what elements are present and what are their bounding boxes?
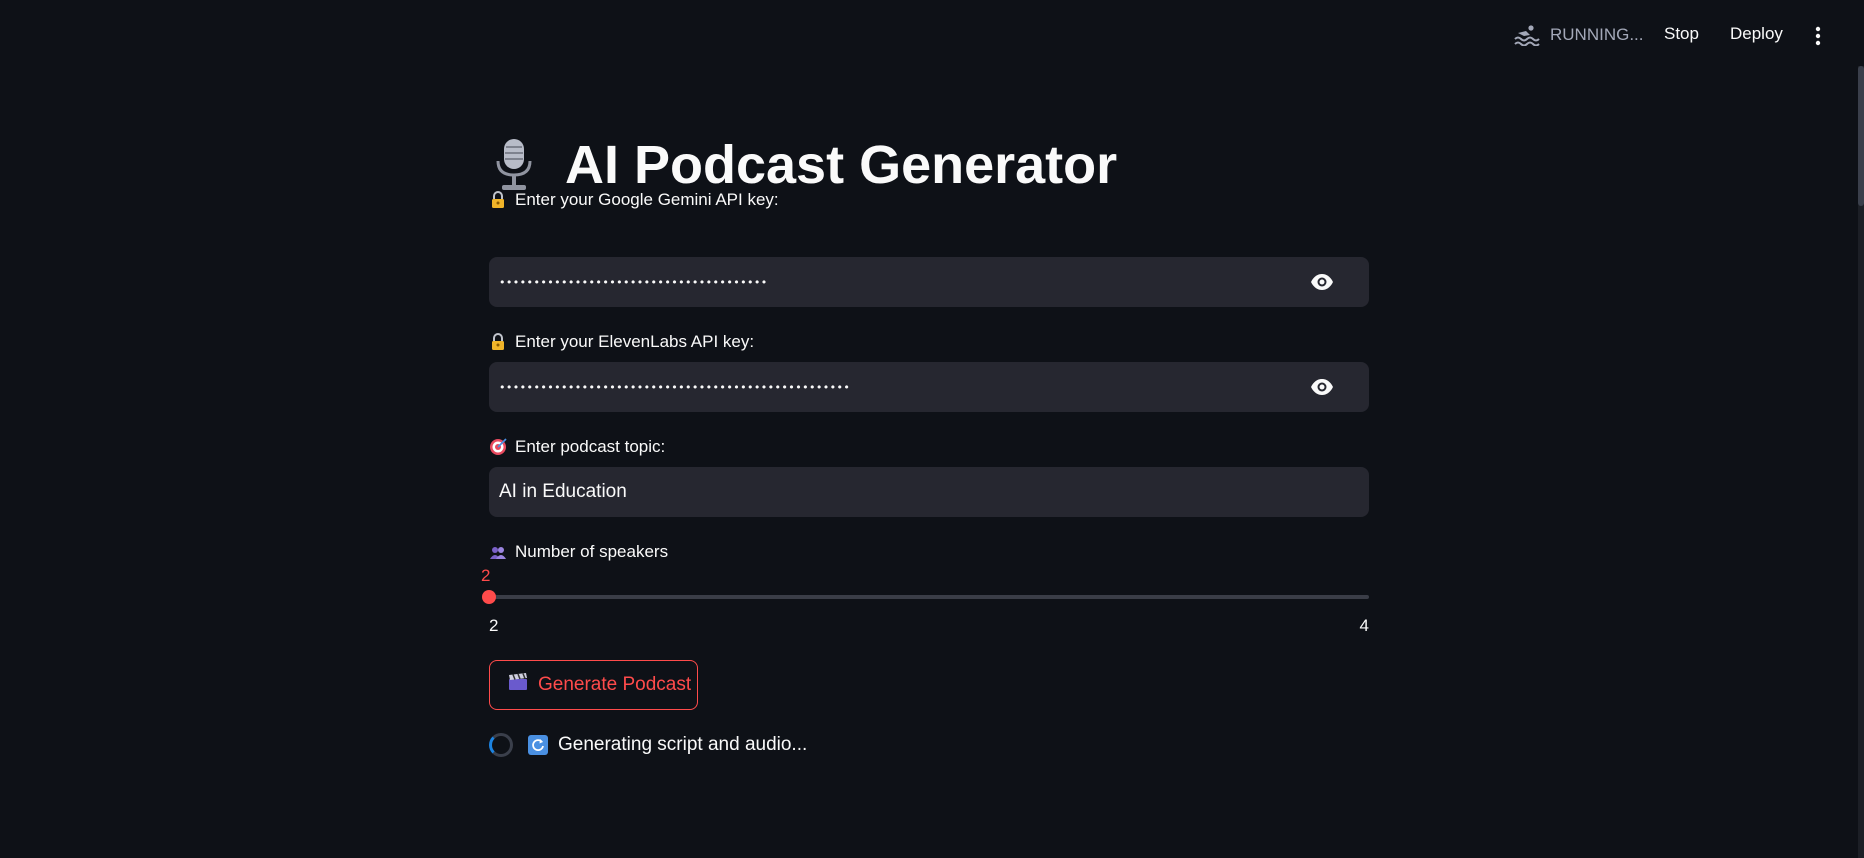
speakers-label-text: Number of speakers xyxy=(515,542,669,561)
running-status: RUNNING... xyxy=(1514,24,1644,46)
slider-max-label: 4 xyxy=(1359,616,1369,635)
page-title: AI Podcast Generator xyxy=(489,134,1117,196)
deploy-button[interactable]: Deploy xyxy=(1730,24,1783,44)
running-status-text: RUNNING... xyxy=(1550,25,1644,44)
topic-input[interactable]: AI in Education xyxy=(489,467,1369,517)
slider-min-label: 2 xyxy=(489,616,499,635)
gemini-key-label: Enter your Google Gemini API key: xyxy=(489,190,779,210)
slider-thumb[interactable] xyxy=(482,590,496,604)
clapper-board-icon xyxy=(508,673,528,697)
stop-button[interactable]: Stop xyxy=(1664,24,1699,44)
busts-icon xyxy=(489,543,507,561)
loading-spinner-icon xyxy=(489,733,513,757)
elevenlabs-key-label: Enter your ElevenLabs API key: xyxy=(489,332,754,352)
swimmer-icon xyxy=(1514,25,1540,46)
eye-icon[interactable] xyxy=(1310,377,1334,397)
slider-current-value: 2 xyxy=(481,566,491,585)
gemini-key-value: ••••••••••••••••••••••••••••••••••••••• xyxy=(499,275,768,289)
app-header: RUNNING... Stop Deploy xyxy=(0,0,1864,70)
gemini-key-label-text: Enter your Google Gemini API key: xyxy=(515,190,779,209)
slider-track[interactable] xyxy=(489,595,1369,599)
microphone-icon xyxy=(496,139,532,190)
scrollbar-thumb[interactable] xyxy=(1858,66,1864,206)
generate-podcast-label: Generate Podcast xyxy=(538,674,692,695)
eye-icon[interactable] xyxy=(1310,272,1334,292)
direct-hit-icon xyxy=(489,438,507,456)
gemini-key-input[interactable]: ••••••••••••••••••••••••••••••••••••••• xyxy=(489,257,1369,307)
status-text: Generating script and audio... xyxy=(558,734,808,755)
elevenlabs-key-label-text: Enter your ElevenLabs API key: xyxy=(515,332,755,351)
elevenlabs-key-input[interactable]: ••••••••••••••••••••••••••••••••••••••••… xyxy=(489,362,1369,412)
topic-label-text: Enter podcast topic: xyxy=(515,437,666,456)
lock-with-key-icon xyxy=(489,191,507,209)
kebab-menu-icon xyxy=(1815,26,1821,46)
topic-value: AI in Education xyxy=(499,481,627,502)
refresh-icon xyxy=(528,735,548,755)
page-title-text: AI Podcast Generator xyxy=(565,135,1118,195)
topic-label: Enter podcast topic: xyxy=(489,437,665,457)
lock-with-key-icon xyxy=(489,333,507,351)
generate-podcast-button[interactable]: Generate Podcast xyxy=(489,660,698,710)
speakers-label: Number of speakers xyxy=(489,542,668,562)
elevenlabs-key-value: ••••••••••••••••••••••••••••••••••••••••… xyxy=(499,380,851,394)
generation-status: Generating script and audio... xyxy=(489,733,807,757)
main-menu-button[interactable] xyxy=(1808,25,1828,52)
